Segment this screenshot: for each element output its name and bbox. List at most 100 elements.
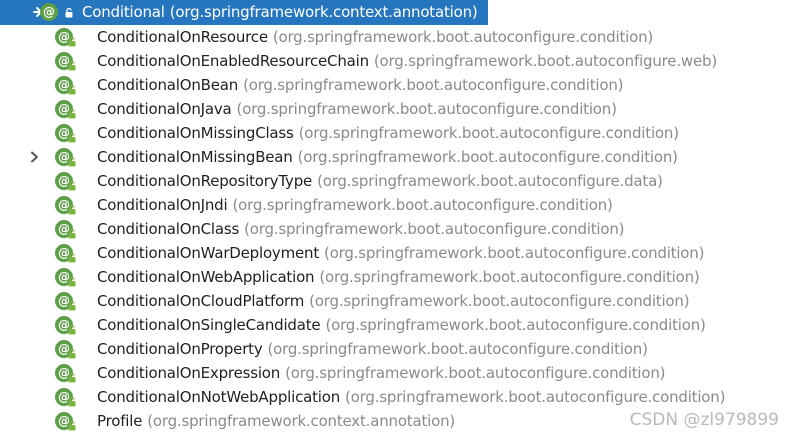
annotation-name: ConditionalOnSingleCandidate [97, 316, 321, 334]
expand-arrow-slot [27, 121, 41, 145]
chevron-right-icon[interactable] [30, 151, 39, 163]
tree-node-row[interactable]: @ ConditionalOnEnabledResourceChain (org.s… [0, 49, 795, 73]
lock-icon [68, 156, 76, 167]
tree-node-label: ConditionalOnRepositoryType (org.springfr… [97, 172, 663, 190]
expand-arrow-slot [27, 169, 41, 193]
tree-node-label: ConditionalOnNotWebApplication (org.sprin… [97, 388, 725, 406]
tree-node-label: ConditionalOnExpression (org.springframew… [97, 364, 665, 382]
tree-node-row[interactable]: @ ConditionalOnClass (org.springframework.… [0, 217, 795, 241]
annotation-package: (org.springframework.context.annotation) [169, 3, 478, 21]
tree-node-row[interactable]: @ ConditionalOnExpression (org.springframe… [0, 361, 795, 385]
annotation-icon: @ [40, 3, 58, 21]
annotation-package: (org.springframework.boot.autoconfigure.… [319, 268, 700, 286]
annotation-name: ConditionalOnExpression [97, 364, 281, 382]
tree-root-row[interactable]: @ Conditional (org.springframework.conte… [0, 0, 488, 25]
expand-arrow-slot [27, 289, 41, 313]
expand-arrow-slot [27, 337, 41, 361]
annotation-name: ConditionalOnEnabledResourceChain [97, 52, 369, 70]
tree-node-row[interactable]: @ ConditionalOnWebApplication (org.springf… [0, 265, 795, 289]
annotation-name: ConditionalOnMissingBean [97, 148, 293, 166]
expand-arrow-slot [27, 313, 41, 337]
lock-icon [68, 396, 76, 407]
lock-icon [68, 228, 76, 239]
tree-node-row[interactable]: @ ConditionalOnBean (org.springframework.b… [0, 73, 795, 97]
tree-node-label: ConditionalOnJava (org.springframework.bo… [97, 100, 617, 118]
annotation-name: ConditionalOnJava [97, 100, 232, 118]
annotation-name: ConditionalOnWebApplication [97, 268, 315, 286]
expand-arrow-slot [27, 193, 41, 217]
lock-icon [65, 7, 73, 18]
tree-node-row[interactable]: @ ConditionalOnWarDeployment (org.springfr… [0, 241, 795, 265]
lock-icon [68, 348, 76, 359]
expand-arrow-slot[interactable] [27, 145, 41, 169]
expand-arrow-slot [27, 361, 41, 385]
annotation-package: (org.springframework.boot.autoconfigure.… [373, 52, 717, 70]
annotation-name: Conditional [82, 3, 165, 21]
lock-icon [68, 108, 76, 119]
tree-node-label: ConditionalOnJndi (org.springframework.bo… [97, 196, 613, 214]
tree-node-label: ConditionalOnCloudPlatform (org.springfra… [97, 292, 690, 310]
annotation-name: ConditionalOnCloudPlatform [97, 292, 305, 310]
annotation-package: (org.springframework.boot.autoconfigure.… [317, 172, 663, 190]
tree-node-label: ConditionalOnBean (org.springframework.bo… [97, 76, 623, 94]
tree-node-label: ConditionalOnSingleCandidate (org.springf… [97, 316, 706, 334]
tree-node-label: ConditionalOnMissingBean (org.springframe… [97, 148, 678, 166]
annotation-package: (org.springframework.boot.autoconfigure.… [285, 364, 666, 382]
expand-arrow-slot [27, 409, 41, 433]
hierarchy-tree: @ Conditional (org.springframework.conte… [0, 0, 795, 436]
lock-icon [68, 84, 76, 95]
tree-node-label: ConditionalOnProperty (org.springframewor… [97, 340, 648, 358]
annotation-package: (org.springframework.boot.autoconfigure.… [243, 76, 624, 94]
annotation-name: ConditionalOnJndi [97, 196, 228, 214]
tree-node-row[interactable]: @ ConditionalOnJndi (org.springframework.b… [0, 193, 795, 217]
tree-node-label: ConditionalOnResource (org.springframewor… [97, 28, 653, 46]
lock-icon [68, 300, 76, 311]
expand-arrow-slot [27, 97, 41, 121]
lock-icon [68, 372, 76, 383]
tree-node-row[interactable]: @ ConditionalOnJava (org.springframework.b… [0, 97, 795, 121]
tree-root-label: Conditional (org.springframework.context… [82, 3, 478, 21]
annotation-name: Profile [97, 412, 143, 430]
lock-icon [68, 252, 76, 263]
annotation-name: ConditionalOnResource [97, 28, 268, 46]
annotation-name: ConditionalOnClass [97, 220, 240, 238]
expand-arrow-slot [27, 241, 41, 265]
annotation-package: (org.springframework.boot.autoconfigure.… [309, 292, 690, 310]
tree-node-label: Profile (org.springframework.context.anno… [97, 412, 455, 430]
annotation-package: (org.springframework.boot.autoconfigure.… [324, 244, 705, 262]
tree-node-label: ConditionalOnClass (org.springframework.b… [97, 220, 625, 238]
annotation-name: ConditionalOnProperty [97, 340, 263, 358]
annotation-package: (org.springframework.boot.autoconfigure.… [297, 148, 678, 166]
annotation-package: (org.springframework.boot.autoconfigure.… [325, 316, 706, 334]
tree-node-label: ConditionalOnEnabledResourceChain (org.sp… [97, 52, 717, 70]
tree-node-label: ConditionalOnMissingClass (org.springfram… [97, 124, 679, 142]
annotation-name: ConditionalOnWarDeployment [97, 244, 320, 262]
tree-node-row[interactable]: @ ConditionalOnCloudPlatform (org.springfr… [0, 289, 795, 313]
lock-icon [68, 60, 76, 71]
tree-node-row[interactable]: @ ConditionalOnMissingClass (org.springfra… [0, 121, 795, 145]
lock-icon [68, 276, 76, 287]
expand-arrow-slot [27, 217, 41, 241]
tree-node-row[interactable]: @ ConditionalOnProperty (org.springframewo… [0, 337, 795, 361]
annotation-package: (org.springframework.boot.autoconfigure.… [298, 124, 679, 142]
tree-node-row[interactable]: @ ConditionalOnRepositoryType (org.springf… [0, 169, 795, 193]
tree-node-row[interactable]: @ ConditionalOnNotWebApplication (org.spri… [0, 385, 795, 409]
lock-icon [68, 180, 76, 191]
expand-arrow-slot [27, 385, 41, 409]
annotation-package: (org.springframework.boot.autoconfigure.… [272, 28, 654, 46]
annotation-name: ConditionalOnRepositoryType [97, 172, 313, 190]
lock-icon [68, 36, 76, 47]
annotation-name: ConditionalOnNotWebApplication [97, 388, 341, 406]
annotation-package: (org.springframework.context.annotation) [147, 412, 456, 430]
tree-node-label: ConditionalOnWarDeployment (org.springfra… [97, 244, 704, 262]
annotation-name: ConditionalOnBean [97, 76, 239, 94]
annotation-package: (org.springframework.boot.autoconfigure.… [345, 388, 726, 406]
annotation-package: (org.springframework.boot.autoconfigure.… [236, 100, 617, 118]
tree-node-row[interactable]: @ ConditionalOnSingleCandidate (org.spring… [0, 313, 795, 337]
expand-arrow-slot [27, 25, 41, 49]
annotation-package: (org.springframework.boot.autoconfigure.… [244, 220, 625, 238]
annotation-package: (org.springframework.boot.autoconfigure.… [232, 196, 613, 214]
tree-node-row[interactable]: @ ConditionalOnMissingBean (org.springfram… [0, 145, 795, 169]
tree-node-row[interactable]: @ ConditionalOnResource (org.springframewo… [0, 25, 795, 49]
expand-arrow-slot [27, 49, 41, 73]
